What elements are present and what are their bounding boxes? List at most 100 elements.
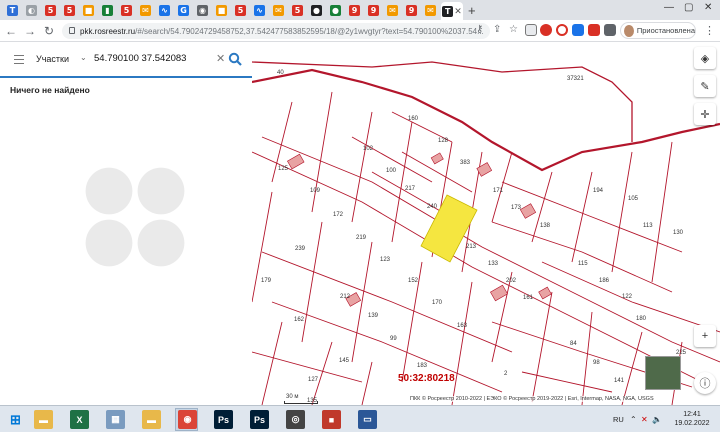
layers-button[interactable]: ◈ <box>694 47 716 69</box>
chevron-down-icon[interactable]: ⌄ <box>80 53 87 62</box>
parcel-number-label: 133 <box>488 261 499 267</box>
parcel-number-label: 128 <box>438 138 449 144</box>
share-icon[interactable]: ⇪ <box>493 24 501 35</box>
app-circle-taskbar-icon[interactable]: ◎ <box>286 410 305 429</box>
parcel-number-label: 123 <box>380 257 391 263</box>
browser-tab[interactable]: ● <box>327 2 344 18</box>
browser-tab[interactable]: ∿ <box>251 2 268 18</box>
satellite-minimap[interactable] <box>645 356 681 390</box>
tab-close-icon[interactable]: ✕ <box>454 6 462 17</box>
tab-favicon-icon: 9 <box>349 4 360 16</box>
explorer-taskbar-icon[interactable]: ▬ <box>34 410 53 429</box>
photoshop-taskbar-icon[interactable]: Ps <box>214 410 233 429</box>
tab-favicon-icon: 5 <box>292 4 303 16</box>
hamburger-menu-icon[interactable] <box>14 55 24 67</box>
search-input[interactable]: 54.790100 37.542083 <box>94 53 186 64</box>
parcel-number-label: 212 <box>340 294 351 300</box>
info-button[interactable]: ⓘ <box>694 372 716 394</box>
browser-tab[interactable]: T ✕ <box>441 2 463 20</box>
parcel-number-label: 113 <box>643 223 653 229</box>
browser-tab[interactable]: ■ <box>213 2 230 18</box>
parcel-number-label: 141 <box>614 378 625 384</box>
extension-pdf-icon[interactable] <box>588 24 600 36</box>
system-clock[interactable]: 12:41 19.02.2022 <box>672 410 712 428</box>
browser-tab[interactable]: 5 <box>289 2 306 18</box>
tab-favicon-icon: T <box>7 4 18 16</box>
parcel-number-label: 179 <box>261 278 272 284</box>
close-window-icon[interactable]: ✕ <box>704 2 712 13</box>
browser-tab[interactable]: 5 <box>232 2 249 18</box>
map-canvas[interactable]: 160128383102100217 171 194105125109240 1731… <box>252 42 720 405</box>
cadastral-map[interactable]: 160 128 383 102 100 217 171 194 105 125 109 240 173 1… <box>252 42 720 405</box>
network-error-icon[interactable]: ✕ <box>641 415 648 424</box>
folder-taskbar-icon[interactable]: ▬ <box>142 410 161 429</box>
url-field[interactable]: pkk.rosreestr.ru/#/search/54.79024729458… <box>62 23 490 39</box>
extension-blue-icon[interactable] <box>572 24 584 36</box>
parcel-number-label: 173 <box>511 205 522 211</box>
app-blue-taskbar-icon[interactable]: ▭ <box>358 410 377 429</box>
minimize-icon[interactable]: — <box>664 2 674 13</box>
chrome-taskbar-icon[interactable]: ◉ <box>178 410 197 429</box>
key-icon[interactable]: ⚷ <box>476 24 483 35</box>
search-sidebar: Участки ⌄ 54.790100 37.542083 ✕ Ничего н… <box>0 42 252 405</box>
bookmark-star-icon[interactable]: ☆ <box>509 24 518 35</box>
parcel-number-label: 163 <box>457 323 468 329</box>
zoom-in-button[interactable]: + <box>694 325 716 347</box>
scale-bar <box>284 401 318 404</box>
browser-tab[interactable]: G <box>175 2 192 18</box>
parcel-number-label: 115 <box>578 261 588 267</box>
excel-taskbar-icon[interactable]: X <box>70 410 89 429</box>
browser-tab[interactable]: ✉ <box>270 2 287 18</box>
browser-tab[interactable]: 5 <box>42 2 59 18</box>
start-button-windows-icon[interactable]: ⊞ <box>6 410 25 429</box>
browser-tab[interactable]: ▮ <box>99 2 116 18</box>
ruler-button[interactable]: ✎ <box>694 75 716 97</box>
browser-tab[interactable]: ◐ <box>23 2 40 18</box>
parcel-number-label: 125 <box>278 166 289 172</box>
extension-square-icon[interactable] <box>525 24 537 36</box>
extension-red-icon[interactable] <box>540 24 552 36</box>
back-arrow-icon[interactable]: ← <box>3 23 19 39</box>
browser-tab[interactable]: 5 <box>118 2 135 18</box>
files-taskbar-icon[interactable]: ▦ <box>106 410 125 429</box>
browser-tab[interactable]: ◉ <box>194 2 211 18</box>
parcel-number-label: 160 <box>408 116 419 122</box>
browser-tab[interactable]: 9 <box>365 2 382 18</box>
browser-tab[interactable]: 5 <box>61 2 78 18</box>
parcel-number-label: 109 <box>310 188 321 194</box>
browser-tab[interactable]: ✉ <box>384 2 401 18</box>
browser-tab[interactable]: ■ <box>80 2 97 18</box>
browser-tab[interactable]: ✉ <box>422 2 439 18</box>
category-select[interactable]: Участки <box>36 54 69 64</box>
more-menu-icon[interactable]: ⋮ <box>704 24 715 37</box>
browser-tab[interactable]: ● <box>308 2 325 18</box>
browser-tab[interactable]: 9 <box>403 2 420 18</box>
photoshop-2-taskbar-icon[interactable]: Ps <box>250 410 269 429</box>
profile-button[interactable]: Приостановлена <box>620 22 696 39</box>
clear-search-icon[interactable]: ✕ <box>216 52 225 65</box>
new-tab-icon[interactable]: + <box>468 3 476 18</box>
avatar <box>624 24 634 37</box>
locate-crosshair-button[interactable]: ✛ <box>694 103 716 125</box>
parcel-number-label: 239 <box>295 246 306 252</box>
browser-tab[interactable]: T <box>4 2 21 18</box>
forward-arrow-icon[interactable]: → <box>22 23 38 39</box>
parcel-number-label: 161 <box>523 295 534 301</box>
browser-tab[interactable]: ✉ <box>137 2 154 18</box>
tray-up-arrow-icon[interactable]: ⌃ <box>630 415 637 424</box>
parcel-number-label: 194 <box>593 188 604 194</box>
browser-tab[interactable]: 9 <box>346 2 363 18</box>
parcel-number-label: 172 <box>333 212 344 218</box>
search-icon[interactable] <box>228 52 242 66</box>
parcel-number-label: 186 <box>599 278 610 284</box>
maximize-icon[interactable]: ▢ <box>684 2 693 13</box>
reload-icon[interactable]: ↻ <box>41 23 57 39</box>
parcel-number-label: 152 <box>408 278 419 284</box>
language-indicator[interactable]: RU <box>613 415 624 424</box>
browser-tab[interactable]: ∿ <box>156 2 173 18</box>
extensions-puzzle-icon[interactable] <box>604 24 616 36</box>
tab-favicon-icon: 9 <box>406 4 417 16</box>
app-red-taskbar-icon[interactable]: ■ <box>322 410 341 429</box>
speaker-icon[interactable]: 🔈 <box>652 415 662 424</box>
extension-opera-icon[interactable] <box>556 24 568 36</box>
